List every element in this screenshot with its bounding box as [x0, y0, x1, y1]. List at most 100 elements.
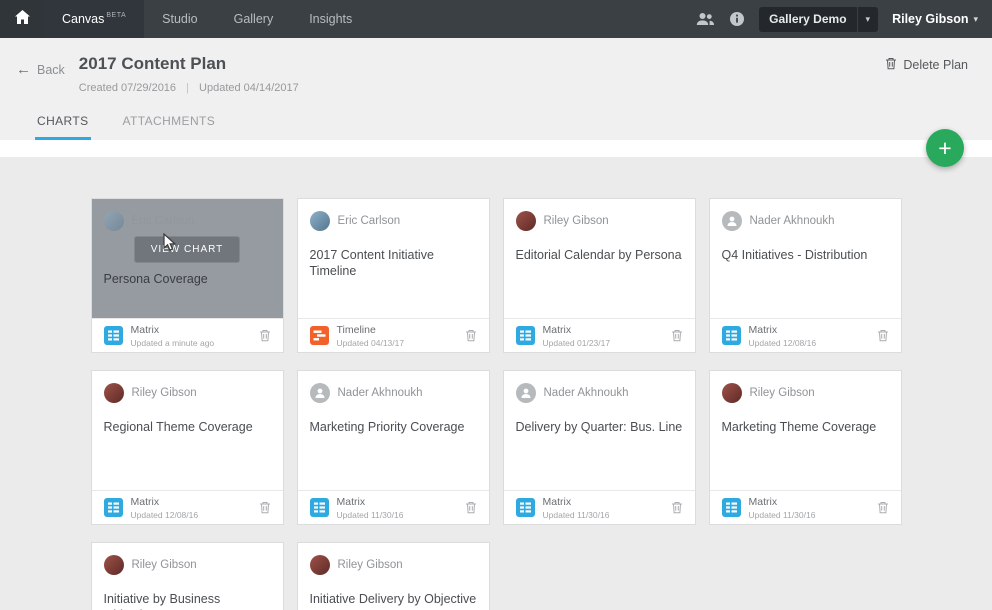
card-body: Riley Gibson Editorial Calendar by Perso… [504, 199, 695, 318]
trash-icon[interactable] [877, 329, 889, 342]
chart-card[interactable]: Riley Gibson Regional Theme Coverage Mat… [90, 370, 284, 525]
chart-type-meta: Matrix Updated 01/23/17 [543, 324, 611, 348]
card-hover-overlay: Eric Carlson VIEW CHART Persona Coverage [91, 199, 283, 318]
chart-updated-label: Updated 11/30/16 [542, 509, 610, 520]
chart-card[interactable]: Riley Gibson Initiative by Business Obje… [90, 542, 284, 610]
matrix-icon [721, 498, 741, 517]
tab-bar: CHARTS ATTACHMENTS [0, 94, 992, 140]
delete-plan-button[interactable]: Delete Plan [885, 57, 968, 73]
users-icon[interactable] [696, 12, 715, 26]
card-footer: Matrix Updated 12/08/16 [91, 490, 283, 524]
nav-item-gallery[interactable]: Gallery [216, 0, 292, 38]
card-body: Riley Gibson Initiative Delivery by Obje… [298, 543, 489, 610]
chart-card[interactable]: Eric Carlson VIEW CHART Persona Coverage… [90, 198, 284, 353]
avatar [103, 555, 124, 575]
trash-icon[interactable] [465, 329, 477, 342]
matrix-icon [515, 326, 535, 345]
card-body: Riley Gibson Marketing Theme Coverage [710, 371, 901, 490]
card-footer: Matrix Updated 12/08/16 [709, 318, 901, 352]
chart-type-meta: Matrix Updated a minute ago [131, 324, 215, 348]
chart-card[interactable]: Nader Akhnoukh Delivery by Quarter: Bus.… [502, 370, 696, 525]
avatar [309, 555, 330, 575]
user-menu[interactable]: Riley Gibson ▾ [892, 12, 978, 26]
author-name: Riley Gibson [131, 387, 197, 399]
nav-item-canvas[interactable]: Canvas BETA [44, 0, 145, 38]
chart-card[interactable]: Riley Gibson Marketing Theme Coverage Ma… [708, 370, 902, 525]
gallery-demo-label: Gallery Demo [769, 12, 847, 26]
title-block: 2017 Content Plan Created 07/29/2016 | U… [79, 54, 299, 94]
chart-type-meta: Matrix Updated 11/30/16 [543, 496, 610, 520]
author-name: Riley Gibson [543, 215, 609, 227]
card-footer: Matrix Updated 11/30/16 [709, 490, 901, 524]
home-button[interactable] [0, 0, 44, 38]
chart-type-label: Matrix [130, 495, 160, 508]
author-row: Eric Carlson [103, 211, 271, 231]
chart-type-meta: Matrix Updated 12/08/16 [749, 324, 817, 348]
chart-type-meta: Matrix Updated 11/30/16 [749, 496, 816, 520]
author-name: Nader Akhnoukh [749, 215, 835, 227]
top-navbar: Canvas BETA Studio Gallery Insights Galle… [0, 0, 992, 38]
avatar [721, 211, 742, 231]
home-icon [14, 9, 30, 29]
tab-attachments[interactable]: ATTACHMENTS [121, 114, 218, 140]
avatar [103, 211, 124, 231]
chart-card[interactable]: Eric Carlson 2017 Content Initiative Tim… [296, 198, 490, 353]
matrix-icon [103, 326, 123, 345]
author-row: Riley Gibson [309, 555, 477, 575]
card-body: Nader Akhnoukh Delivery by Quarter: Bus.… [504, 371, 695, 490]
author-row: Nader Akhnoukh [721, 211, 889, 231]
trash-icon[interactable] [465, 501, 477, 514]
card-body: Eric Carlson 2017 Content Initiative Tim… [298, 199, 489, 318]
card-footer: Matrix Updated 01/23/17 [503, 318, 695, 352]
author-row: Nader Akhnoukh [309, 383, 477, 403]
page-title: 2017 Content Plan [78, 54, 227, 73]
chart-type-label: Matrix [542, 495, 572, 508]
trash-icon[interactable] [259, 501, 271, 514]
created-date: Created 07/29/2016 [78, 82, 177, 94]
card-body: Riley Gibson Initiative by Business Obje… [92, 543, 283, 610]
chart-card[interactable]: Riley Gibson Initiative Delivery by Obje… [296, 542, 490, 610]
trash-icon[interactable] [671, 501, 683, 514]
tab-charts[interactable]: CHARTS [35, 114, 91, 140]
chart-type-meta: Matrix Updated 12/08/16 [131, 496, 199, 520]
matrix-icon [103, 498, 123, 517]
nav-item-insights[interactable]: Insights [291, 0, 370, 38]
chart-title: Marketing Theme Coverage [721, 420, 877, 434]
info-icon[interactable] [729, 11, 745, 27]
author-row: Riley Gibson [515, 211, 683, 231]
back-button[interactable]: ← Back [16, 61, 65, 78]
trash-icon[interactable] [259, 329, 271, 342]
chart-title: 2017 Content Initiative Timeline [309, 248, 434, 279]
chart-title: Marketing Priority Coverage [309, 420, 465, 434]
chart-card[interactable]: Riley Gibson Editorial Calendar by Perso… [502, 198, 696, 353]
chart-updated-label: Updated a minute ago [130, 337, 215, 348]
delete-plan-label: Delete Plan [903, 58, 968, 72]
author-row: Nader Akhnoukh [515, 383, 683, 403]
chart-title: Initiative by Business Objective [103, 592, 221, 610]
chart-type-label: Matrix [748, 323, 778, 336]
add-chart-button[interactable]: + [926, 129, 964, 167]
chevron-down-icon: ▾ [865, 13, 871, 24]
chart-title: Persona Coverage [103, 272, 208, 286]
matrix-icon [721, 326, 741, 345]
trash-icon[interactable] [877, 501, 889, 514]
view-chart-button[interactable]: VIEW CHART [133, 236, 241, 263]
card-body: Nader Akhnoukh Marketing Priority Covera… [298, 371, 489, 490]
brand-label: Canvas [62, 12, 105, 26]
timeline-icon [309, 326, 329, 345]
gallery-demo-dropdown[interactable]: Gallery Demo ▾ [759, 6, 879, 32]
chart-type-meta: Matrix Updated 11/30/16 [337, 496, 404, 520]
matrix-icon [515, 498, 535, 517]
author-name: Nader Akhnoukh [337, 387, 423, 399]
chart-card[interactable]: Nader Akhnoukh Marketing Priority Covera… [296, 370, 490, 525]
author-name: Riley Gibson [131, 559, 197, 571]
nav-item-studio[interactable]: Studio [144, 0, 215, 38]
avatar [515, 383, 536, 403]
chart-title: Q4 Initiatives - Distribution [721, 248, 868, 262]
chart-card[interactable]: Nader Akhnoukh Q4 Initiatives - Distribu… [708, 198, 902, 353]
author-row: Riley Gibson [103, 555, 271, 575]
chart-type-label: Matrix [542, 323, 572, 336]
trash-icon[interactable] [671, 329, 683, 342]
chart-title: Initiative Delivery by Objective [309, 592, 477, 606]
chart-type-label: Matrix [336, 495, 366, 508]
